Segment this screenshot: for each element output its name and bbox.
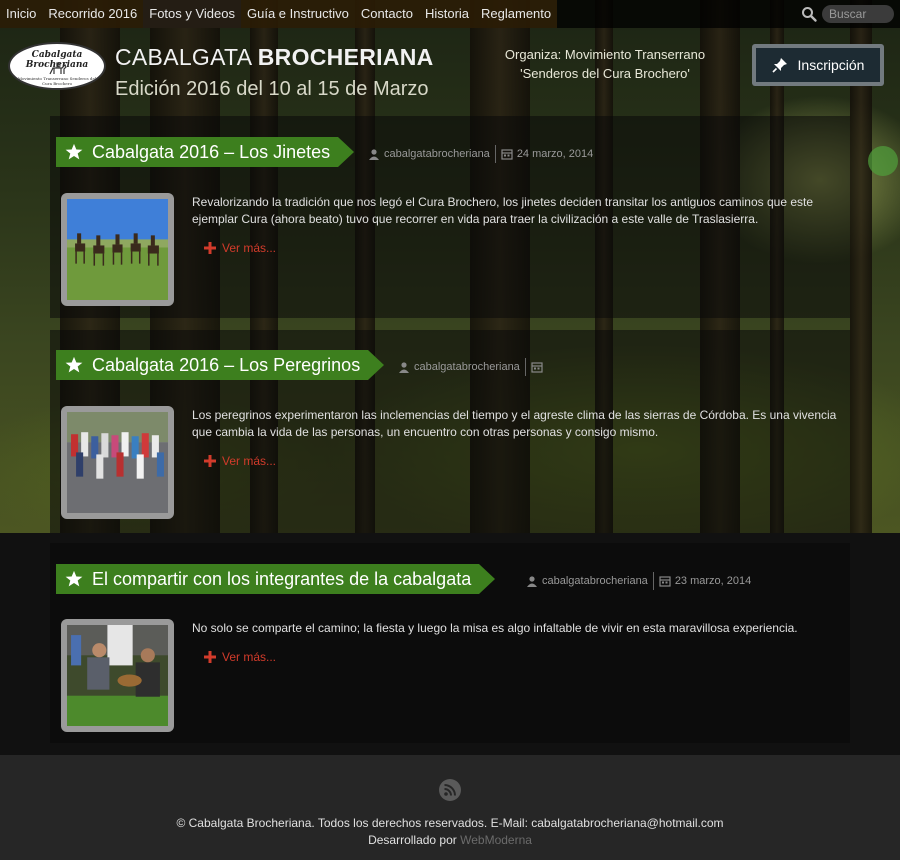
nav-item-recorrido[interactable]: Recorrido 2016: [42, 0, 143, 28]
plus-icon: [204, 242, 216, 254]
side-decoration: [868, 146, 898, 176]
post-thumbnail[interactable]: [61, 406, 174, 519]
logo-subtext: Movimiento Transerrano Senderos del Cura…: [17, 76, 97, 86]
nav-item-guia[interactable]: Guía e Instructivo: [241, 0, 355, 28]
post-title-bar[interactable]: El compartir con los integrantes de la c…: [56, 564, 496, 594]
post-meta: cabalgatabrocheriana 23 marzo, 2014: [526, 572, 751, 590]
site-title: CABALGATA BROCHERIANA: [115, 44, 434, 70]
site-logo[interactable]: Cabalgata Brocheriana Movimiento Transer…: [8, 42, 106, 90]
star-icon: [65, 143, 83, 160]
read-more-link[interactable]: Ver más...: [204, 650, 276, 664]
nav-item-inicio[interactable]: Inicio: [0, 0, 42, 28]
post-date: 24 marzo, 2014: [516, 148, 594, 160]
post-title-bar[interactable]: Cabalgata 2016 – Los Jinetes: [56, 137, 355, 167]
user-icon: [369, 149, 379, 160]
site-subtitle: Edición 2016 del 10 al 15 de Marzo: [115, 78, 429, 100]
search-input[interactable]: [822, 5, 894, 23]
calendar-icon: [501, 149, 513, 160]
read-more-label: Ver más...: [222, 241, 277, 255]
user-icon: [527, 576, 537, 587]
inscripcion-button[interactable]: Inscripción: [752, 44, 884, 86]
post-date: 23 marzo, 2014: [674, 575, 752, 587]
pilgrims-photo: [67, 412, 168, 513]
inscripcion-label: Inscripción: [797, 57, 865, 73]
organizer-text: Organiza: Movimiento Transerrano 'Sender…: [504, 47, 706, 81]
post-title[interactable]: Cabalgata 2016 – Los Peregrinos: [92, 355, 368, 376]
post-author[interactable]: cabalgatabrocheriana: [414, 361, 520, 373]
post-meta: cabalgatabrocheriana: [398, 358, 547, 376]
user-icon: [399, 362, 409, 373]
read-more-link[interactable]: Ver más...: [204, 241, 276, 255]
post-author[interactable]: cabalgatabrocheriana: [542, 575, 648, 587]
calendar-icon: [531, 362, 543, 373]
post-meta: cabalgatabrocheriana 24 marzo, 2014: [368, 145, 593, 163]
read-more-label: Ver más...: [222, 650, 277, 664]
post-excerpt: Los peregrinos experimentaron las inclem…: [192, 408, 837, 439]
nav-item-historia[interactable]: Historia: [419, 0, 475, 28]
main-menu: Inicio Recorrido 2016 Fotos y Videos Guí…: [0, 0, 558, 28]
post-title-bar[interactable]: Cabalgata 2016 – Los Peregrinos: [56, 350, 385, 380]
rss-icon[interactable]: [439, 779, 461, 801]
pin-icon: [771, 58, 787, 73]
footer-developed-by: Desarrollado por WebModerna: [368, 833, 532, 847]
post-author[interactable]: cabalgatabrocheriana: [384, 148, 490, 160]
post-excerpt: No solo se comparte el camino; la fiesta…: [192, 621, 798, 635]
horse-rider-icon: [49, 62, 67, 75]
musicians-photo: [67, 625, 168, 726]
read-more-label: Ver más...: [222, 454, 277, 468]
post-title[interactable]: El compartir con los integrantes de la c…: [92, 569, 479, 590]
nav-item-reglamento[interactable]: Reglamento: [475, 0, 557, 28]
post-thumbnail[interactable]: [61, 619, 174, 732]
nav-item-fotos-videos[interactable]: Fotos y Videos: [143, 0, 242, 28]
search-icon[interactable]: [800, 5, 818, 23]
post-excerpt: Revalorizando la tradición que nos legó …: [192, 195, 814, 226]
nav-item-contacto[interactable]: Contacto: [355, 0, 419, 28]
calendar-icon: [659, 576, 671, 587]
star-icon: [65, 570, 83, 587]
plus-icon: [204, 651, 216, 663]
riders-photo: [67, 199, 168, 300]
developer-link[interactable]: WebModerna: [460, 833, 532, 847]
post-title[interactable]: Cabalgata 2016 – Los Jinetes: [92, 142, 338, 163]
post-thumbnail[interactable]: [61, 193, 174, 306]
footer-copyright: © Cabalgata Brocheriana. Todos los derec…: [176, 816, 724, 830]
top-navbar: Inicio Recorrido 2016 Fotos y Videos Guí…: [0, 0, 900, 28]
star-icon: [65, 356, 83, 373]
plus-icon: [204, 455, 216, 467]
read-more-link[interactable]: Ver más...: [204, 454, 276, 468]
